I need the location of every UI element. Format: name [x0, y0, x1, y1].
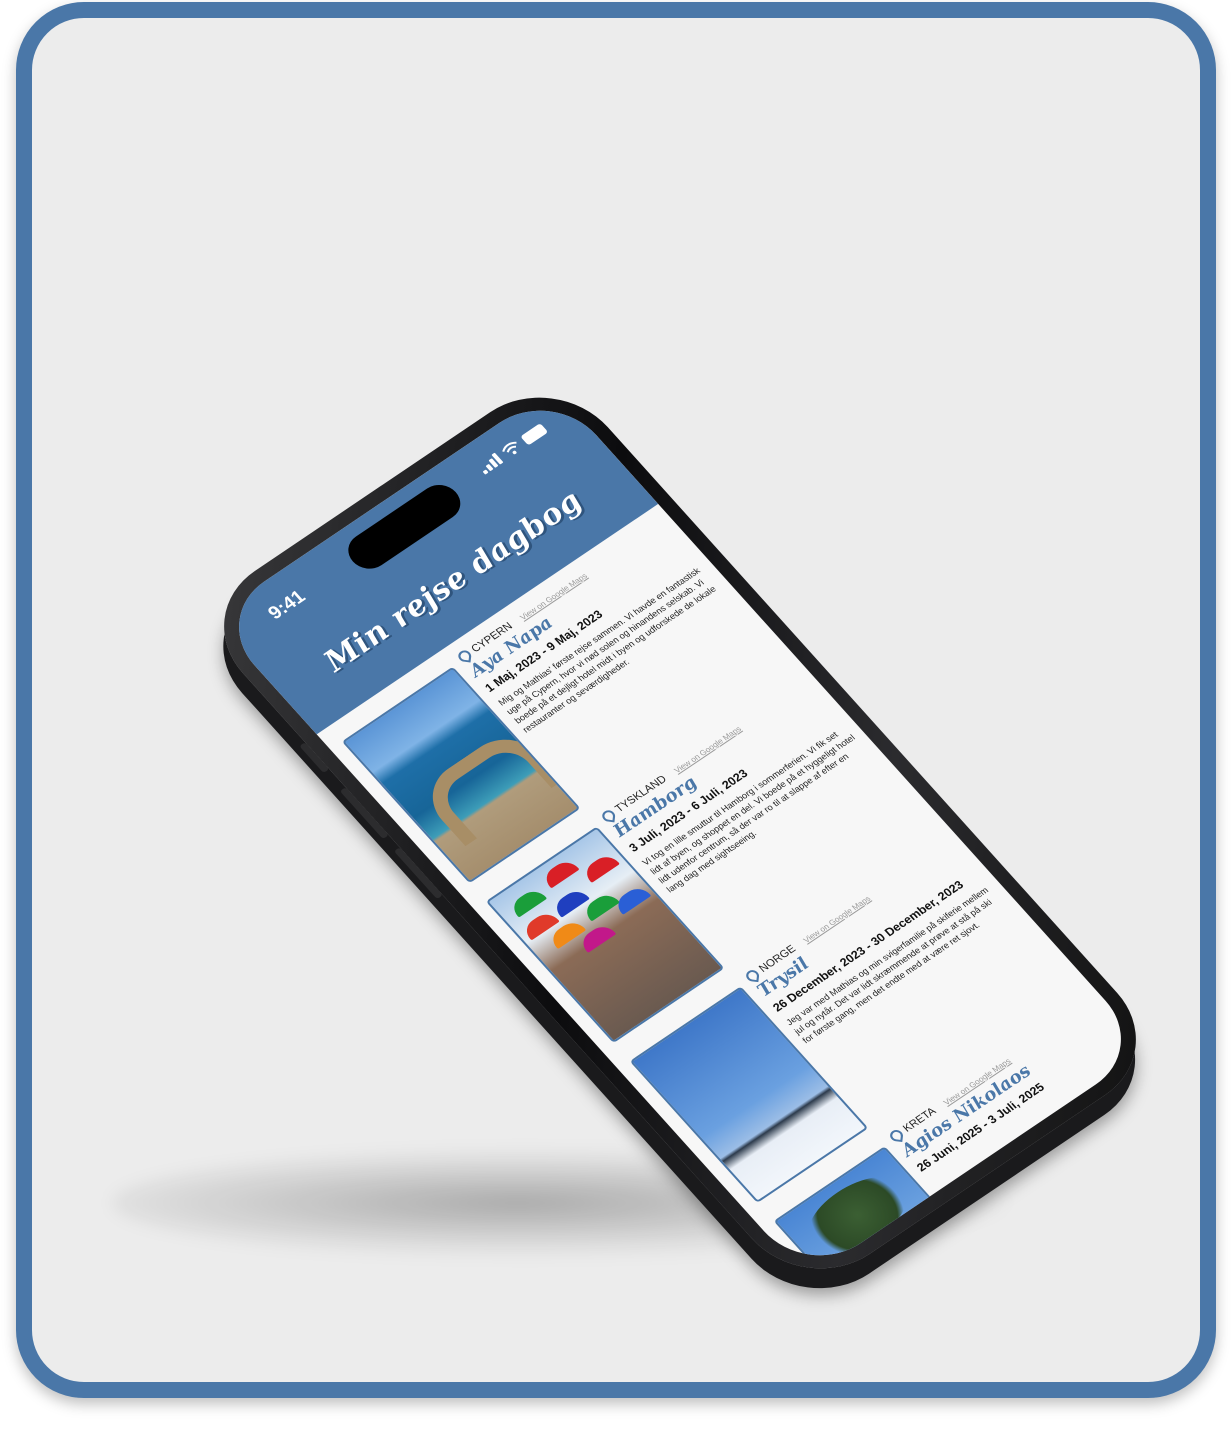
battery-icon — [520, 423, 549, 446]
status-time: 9:41 — [264, 586, 310, 624]
phone-screen: 9:41 Min rejse dagbog CYPERN View on Goo… — [211, 386, 1149, 1280]
action-button — [299, 742, 330, 774]
location-pin-icon — [457, 649, 472, 663]
location-pin-icon — [889, 1129, 904, 1143]
status-icons — [476, 422, 549, 475]
dynamic-island — [340, 477, 469, 576]
location-pin-icon — [745, 969, 760, 983]
signal-icon — [476, 452, 504, 475]
location-pin-icon — [601, 809, 616, 823]
wifi-icon — [502, 441, 517, 455]
mockup-frame: 9:41 Min rejse dagbog CYPERN View on Goo… — [16, 2, 1216, 1398]
